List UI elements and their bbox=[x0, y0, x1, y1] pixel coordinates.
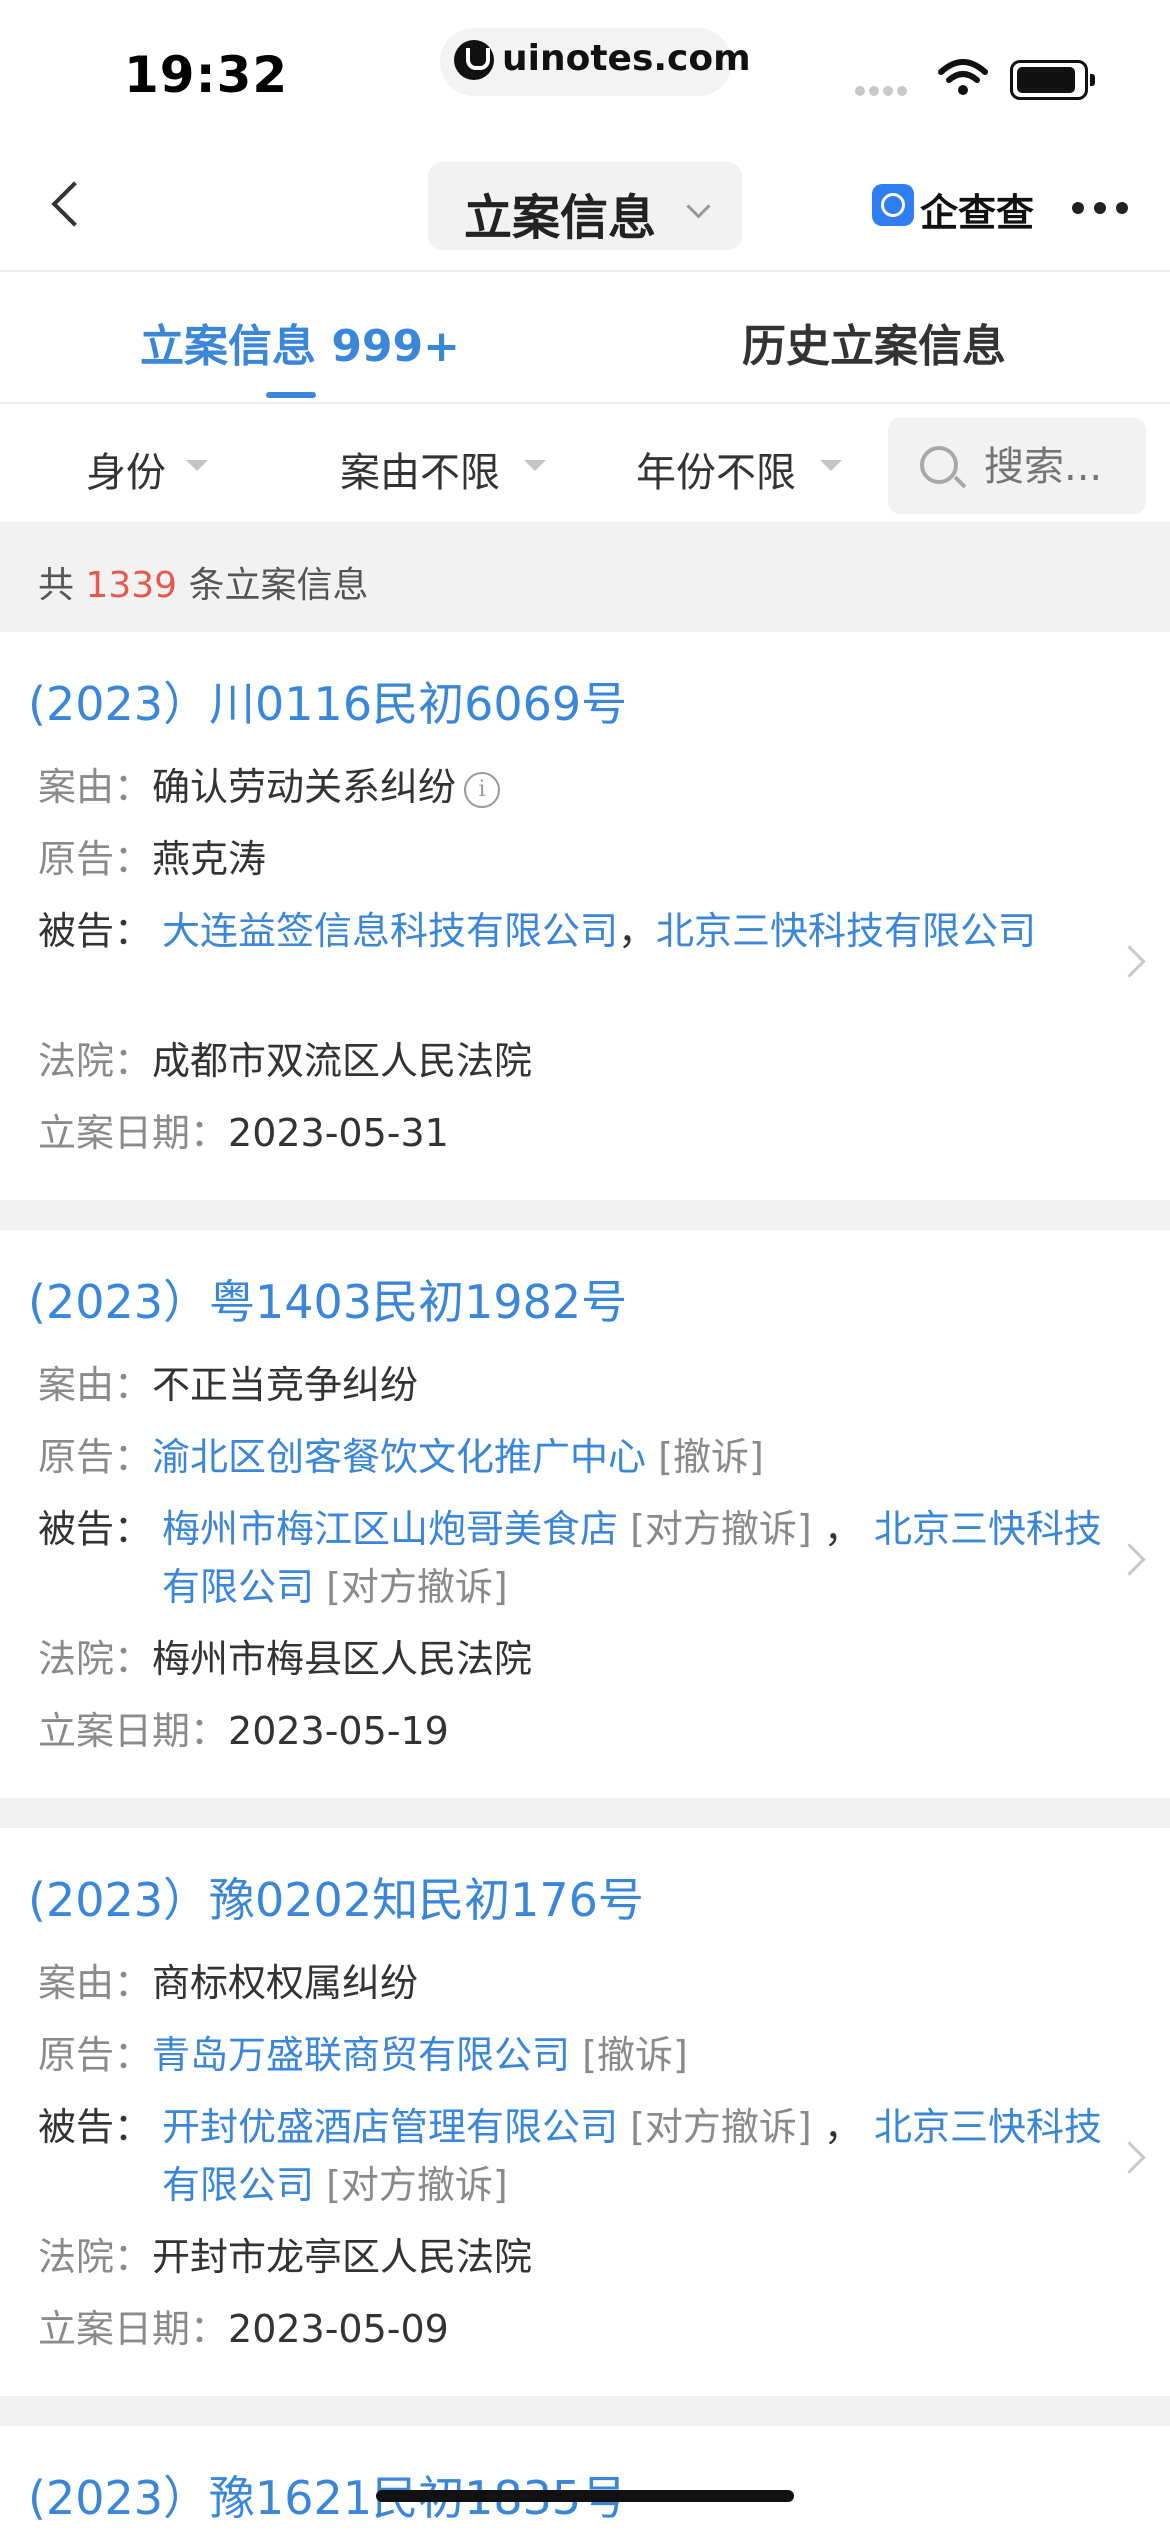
defendant-separator: ， bbox=[811, 2105, 862, 2149]
defendant-label: 被告： bbox=[38, 909, 153, 953]
back-chevron-icon[interactable] bbox=[46, 180, 86, 236]
chevron-right-icon bbox=[1113, 1543, 1146, 1576]
status-tag: [撤诉] bbox=[582, 2033, 688, 2077]
case-cause-row: 案由：确认劳动关系纠纷 i bbox=[38, 758, 501, 816]
defendant-label: 被告： bbox=[38, 1507, 153, 1551]
battery-icon bbox=[1010, 60, 1095, 100]
filter-bar: 身份 案由不限 年份不限 bbox=[0, 404, 1170, 522]
url-text: uinotes.com bbox=[502, 38, 751, 79]
plaintiff-label: 原告： bbox=[38, 837, 153, 881]
brand-name: 企查查 bbox=[920, 191, 1035, 235]
status-tag: [对方撤诉] bbox=[326, 1565, 508, 1609]
case-card[interactable]: (2023）豫0202知民初176号 案由：商标权权属纠纷 原告：青岛万盛联商贸… bbox=[0, 1828, 1170, 2396]
wifi-icon bbox=[938, 59, 988, 95]
cause-label: 案由： bbox=[38, 1363, 153, 1407]
status-tag: [对方撤诉] bbox=[326, 2163, 508, 2207]
search-icon bbox=[920, 446, 958, 484]
chevron-right-icon bbox=[1113, 2141, 1146, 2174]
chevron-right-icon bbox=[1113, 945, 1146, 978]
court-row: 法院：成都市双流区人民法院 bbox=[38, 1032, 532, 1090]
filter-year[interactable]: 年份不限 bbox=[636, 440, 796, 498]
case-card[interactable]: (2023）川0116民初6069号 案由：确认劳动关系纠纷 i 原告：燕克涛 被… bbox=[0, 632, 1170, 1200]
caret-down-icon bbox=[524, 460, 546, 471]
more-icon[interactable] bbox=[1072, 202, 1136, 216]
case-cause-row: 案由：商标权权属纠纷 bbox=[38, 1954, 418, 2012]
case-number[interactable]: (2023）川0116民初6069号 bbox=[28, 668, 627, 734]
tab-history-filing-info[interactable]: 历史立案信息 bbox=[742, 310, 1006, 374]
filter-identity[interactable]: 身份 bbox=[86, 440, 166, 498]
status-tag: [对方撤诉] bbox=[630, 1507, 812, 1551]
page-title: 立案信息 bbox=[464, 190, 657, 246]
case-number[interactable]: (2023）粤1403民初1982号 bbox=[28, 1266, 627, 1332]
case-card[interactable]: (2023）粤1403民初1982号 案由：不正当竞争纠纷 原告：渝北区创客餐饮… bbox=[0, 1230, 1170, 1798]
defendant-value: 梅州市梅江区山炮哥美食店 [对方撤诉] ， 北京三快科技有限公司 [对方撤诉] bbox=[162, 1500, 1102, 1616]
status-tag: [对方撤诉] bbox=[630, 2105, 812, 2149]
cause-value: 确认劳动关系纠纷 bbox=[152, 765, 457, 809]
caret-down-icon bbox=[820, 460, 842, 471]
filter-cause[interactable]: 案由不限 bbox=[340, 440, 500, 498]
date-label: 立案日期： bbox=[38, 1111, 229, 1155]
case-number[interactable]: (2023）豫0202知民初176号 bbox=[28, 1864, 644, 1930]
cause-value: 不正当竞争纠纷 bbox=[152, 1363, 419, 1407]
site-icon bbox=[454, 40, 494, 80]
date-value: 2023-05-19 bbox=[228, 1709, 449, 1753]
status-tag: [撤诉] bbox=[658, 1435, 764, 1479]
court-label: 法院： bbox=[38, 1039, 153, 1083]
cause-value: 商标权权属纠纷 bbox=[152, 1961, 419, 2005]
cause-label: 案由： bbox=[38, 1961, 153, 2005]
plaintiff-link[interactable]: 渝北区创客餐饮文化推广中心 bbox=[152, 1435, 646, 1479]
plaintiff-label: 原告： bbox=[38, 2033, 153, 2077]
tab-bar: 立案信息 999+ 历史立案信息 bbox=[0, 272, 1170, 404]
court-label: 法院： bbox=[38, 1637, 153, 1681]
defendant-separator: ， bbox=[618, 909, 657, 953]
defendant-link[interactable]: 开封优盛酒店管理有限公司 bbox=[162, 2105, 618, 2149]
date-value: 2023-05-09 bbox=[228, 2307, 449, 2351]
brand-logo-icon bbox=[872, 184, 914, 226]
court-value: 成都市双流区人民法院 bbox=[152, 1039, 533, 1083]
plaintiff-value: 燕克涛 bbox=[152, 837, 267, 881]
court-value: 开封市龙亭区人民法院 bbox=[152, 2235, 533, 2279]
date-row: 立案日期：2023-05-09 bbox=[38, 2300, 449, 2358]
court-label: 法院： bbox=[38, 2235, 153, 2279]
court-row: 法院：梅州市梅县区人民法院 bbox=[38, 1630, 532, 1688]
defendant-link[interactable]: 北京三快科技有限公司 bbox=[656, 909, 1036, 953]
date-label: 立案日期： bbox=[38, 2307, 229, 2351]
home-indicator[interactable] bbox=[376, 2490, 794, 2502]
defendant-value: 大连益签信息科技有限公司，北京三快科技有限公司 bbox=[162, 902, 1102, 960]
date-row: 立案日期：2023-05-19 bbox=[38, 1702, 449, 1760]
defendant-link[interactable]: 大连益签信息科技有限公司 bbox=[162, 909, 618, 953]
summary-suffix: 条立案信息 bbox=[177, 565, 369, 606]
status-bar: 19:32 uinotes.com bbox=[0, 0, 1170, 140]
plaintiff-row: 原告：燕克涛 bbox=[38, 830, 266, 888]
court-row: 法院：开封市龙亭区人民法院 bbox=[38, 2228, 532, 2286]
defendant-link[interactable]: 梅州市梅江区山炮哥美食店 bbox=[162, 1507, 618, 1551]
plaintiff-link[interactable]: 青岛万盛联商贸有限公司 bbox=[152, 2033, 570, 2077]
search-box[interactable] bbox=[888, 418, 1146, 514]
plaintiff-label: 原告： bbox=[38, 1435, 153, 1479]
defendant-label: 被告： bbox=[38, 2105, 153, 2149]
defendant-separator: ， bbox=[811, 1507, 862, 1551]
info-icon[interactable]: i bbox=[464, 771, 501, 808]
plaintiff-row: 原告：渝北区创客餐饮文化推广中心 [撤诉] bbox=[38, 1428, 764, 1486]
court-value: 梅州市梅县区人民法院 bbox=[152, 1637, 533, 1681]
plaintiff-row: 原告：青岛万盛联商贸有限公司 [撤诉] bbox=[38, 2026, 688, 2084]
tab-filing-info[interactable]: 立案信息 999+ bbox=[140, 310, 460, 374]
case-cause-row: 案由：不正当竞争纠纷 bbox=[38, 1356, 418, 1414]
defendant-value: 开封优盛酒店管理有限公司 [对方撤诉] ， 北京三快科技有限公司 [对方撤诉] bbox=[162, 2098, 1102, 2214]
cause-label: 案由： bbox=[38, 765, 153, 809]
summary-prefix: 共 bbox=[38, 565, 86, 606]
date-row: 立案日期：2023-05-31 bbox=[38, 1104, 449, 1162]
search-input[interactable] bbox=[984, 444, 1134, 490]
summary-text: 共 1339 条立案信息 bbox=[38, 556, 369, 608]
navbar: 立案信息 企查查 bbox=[0, 140, 1170, 272]
result-summary: 共 1339 条立案信息 bbox=[0, 524, 1170, 630]
caret-down-icon bbox=[186, 460, 208, 471]
result-count: 1339 bbox=[85, 565, 178, 606]
date-label: 立案日期： bbox=[38, 1709, 229, 1753]
status-time: 19:32 bbox=[124, 46, 289, 104]
case-card[interactable]: (2023）豫1621民初1835号 bbox=[0, 2426, 1170, 2532]
date-value: 2023-05-31 bbox=[228, 1111, 449, 1155]
tab-active-indicator bbox=[266, 392, 316, 398]
